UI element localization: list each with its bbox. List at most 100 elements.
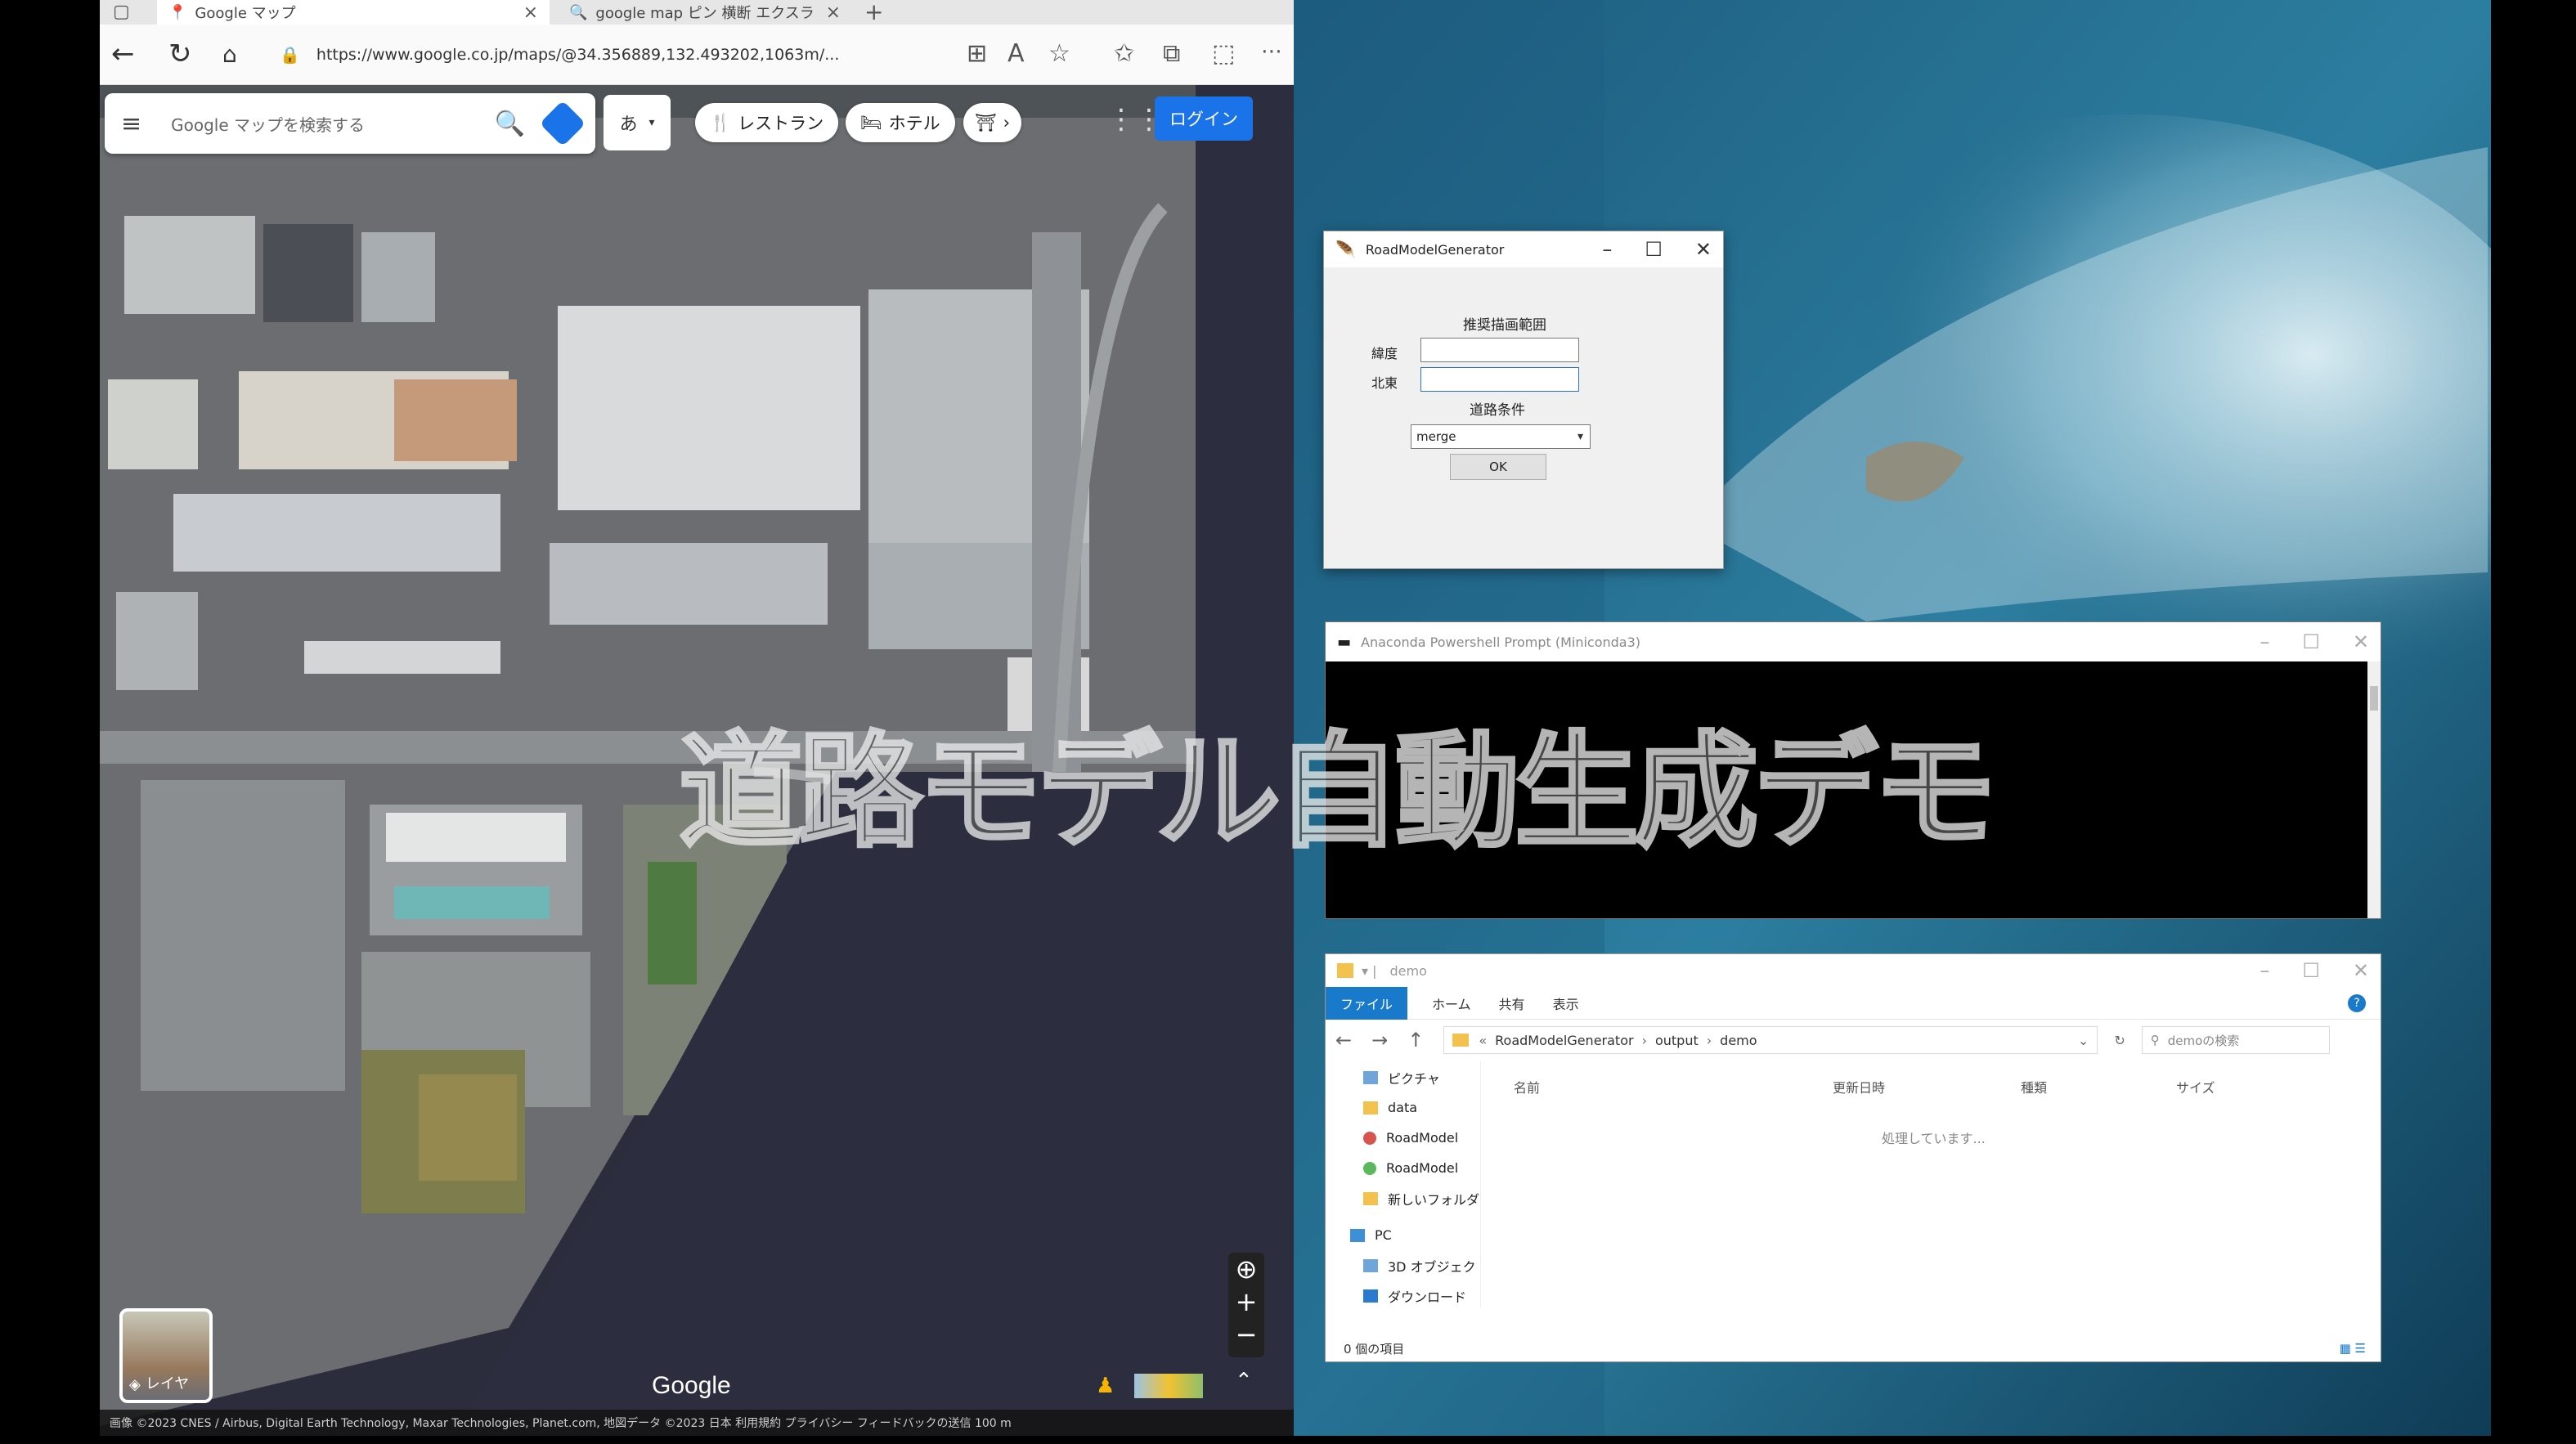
chip-hotel[interactable]: 🛏 ホテル [846, 103, 955, 142]
refresh-icon[interactable]: ↻ [2114, 1033, 2125, 1048]
collections-icon[interactable]: ⧉ [1163, 39, 1180, 68]
maximize-button[interactable]: ☐ [2302, 630, 2320, 653]
directions-icon[interactable] [539, 100, 586, 147]
col-size[interactable]: サイズ [2176, 1077, 2299, 1096]
path-breadcrumb[interactable]: « RoadModelGenerator › output › demo ⌄ [1443, 1026, 2098, 1054]
map-search-box[interactable]: ≡ Google マップを検索する 🔍 [105, 93, 595, 154]
back-icon[interactable]: ← [1335, 1029, 1352, 1052]
new-tab-button[interactable]: + [864, 0, 883, 25]
crumb[interactable]: output [1655, 1033, 1699, 1048]
chevron-down-icon: ▾ [648, 116, 655, 129]
console-title: Anaconda Powershell Prompt (Miniconda3) [1361, 634, 1641, 650]
folder-search-input[interactable]: ⚲ demoの検索 [2141, 1026, 2330, 1054]
help-icon[interactable]: ? [2348, 993, 2366, 1012]
video-caption: 道路モデル自動生成デモ [677, 718, 1999, 866]
nav-item[interactable]: 新しいフォルダー [1326, 1183, 1480, 1213]
crumb[interactable]: RoadModelGenerator [1495, 1033, 1633, 1048]
console-scrollbar[interactable] [2367, 661, 2381, 918]
chevron-right-icon: › [1706, 1032, 1712, 1048]
lat-input[interactable] [1420, 338, 1579, 362]
extensions-icon[interactable]: ⬚ [1212, 39, 1235, 68]
bed-icon: 🛏 [860, 112, 882, 132]
explorer-title: demo [1389, 962, 1427, 979]
favorites-icon[interactable]: ✩ [1114, 39, 1134, 68]
fork-knife-icon: 🍴 [710, 112, 732, 132]
bottom-strip [0, 1436, 2576, 1444]
minimize-button[interactable]: – [1602, 238, 1612, 261]
chip-label: ホテル [888, 114, 940, 133]
col-modified[interactable]: 更新日時 [1833, 1077, 2021, 1096]
tab-actions-icon[interactable]: ▢ [113, 2, 130, 22]
nav-item[interactable]: RoadModel [1326, 1123, 1480, 1153]
range-heading: 推奨描画範囲 [1463, 317, 1546, 334]
read-aloud-icon[interactable]: A [1008, 39, 1025, 68]
dialog-titlebar: 🪶 RoadModelGenerator – ☐ ✕ [1324, 231, 1723, 267]
forward-icon[interactable]: → [1371, 1029, 1388, 1052]
up-icon[interactable]: ↑ [1407, 1029, 1424, 1052]
folder-icon [1452, 1034, 1470, 1047]
home-icon[interactable]: ⌂ [222, 41, 237, 68]
col-name[interactable]: 名前 [1514, 1077, 1833, 1096]
quick-access-icon[interactable]: ▾ | [1362, 963, 1377, 979]
item-count: 0 個の項目 [1344, 1341, 1405, 1357]
dialog-title: RoadModelGenerator [1365, 241, 1505, 258]
nav-item[interactable]: ダウンロード [1326, 1280, 1480, 1311]
tab-share[interactable]: 共有 [1499, 993, 1525, 1013]
login-button[interactable]: ログイン [1155, 96, 1253, 141]
app-icon[interactable]: ⊞ [967, 39, 987, 68]
nav-item-pc[interactable]: PC [1326, 1220, 1480, 1250]
search-icon: 🔍 [569, 3, 588, 21]
refresh-icon[interactable]: ↻ [168, 38, 192, 70]
lon-input[interactable] [1420, 367, 1579, 392]
nav-item[interactable]: ピクチャ [1326, 1062, 1480, 1092]
close-button[interactable]: ✕ [1695, 238, 1712, 261]
pegman-icon[interactable]: ♟ [1096, 1374, 1115, 1398]
menu-icon[interactable]: ≡ [121, 110, 141, 138]
back-icon[interactable]: ← [111, 38, 135, 70]
tab-google-maps[interactable]: 📍 Google マップ × [157, 0, 550, 25]
tab-file[interactable]: ファイル [1326, 986, 1408, 1020]
tab-view[interactable]: 表示 [1553, 993, 1579, 1013]
close-button[interactable]: ✕ [2353, 630, 2369, 653]
zoom-in-button[interactable]: + [1228, 1285, 1264, 1318]
chevron-down-icon[interactable]: ⌄ [2078, 1033, 2089, 1048]
col-type[interactable]: 種類 [2021, 1077, 2176, 1096]
minimize-button[interactable]: – [2260, 959, 2269, 982]
close-button[interactable]: ✕ [2353, 959, 2369, 982]
location-icon[interactable]: ⊕ [1228, 1253, 1264, 1285]
chevron-right-icon: › [1641, 1032, 1647, 1048]
search-icon: ⚲ [2150, 1033, 2160, 1047]
maximize-button[interactable]: ☐ [2302, 959, 2320, 982]
language-toggle[interactable]: あ ▾ [604, 95, 671, 150]
tab-label: Google マップ [195, 5, 296, 22]
nav-item[interactable]: 3D オブジェクト [1326, 1250, 1480, 1280]
condition-heading: 道路条件 [1470, 402, 1525, 419]
view-toggle-icon[interactable]: ▦ ☰ [2340, 1341, 2366, 1356]
close-tab-icon[interactable]: × [523, 2, 538, 23]
chevron-down-icon: ▾ [1577, 430, 1583, 443]
lat-label: 緯度 [1371, 346, 1398, 361]
crumb[interactable]: demo [1720, 1033, 1757, 1048]
favorite-add-icon[interactable]: ☆ [1048, 39, 1070, 68]
column-headers: 名前 更新日時 種類 サイズ [1514, 1077, 2364, 1096]
more-icon[interactable]: ⋯ [1261, 39, 1282, 64]
search-icon[interactable]: 🔍 [495, 110, 525, 138]
chip-restaurant[interactable]: 🍴 レストラン [695, 103, 839, 142]
layer-toggle[interactable]: ◈ レイヤ [119, 1308, 213, 1403]
imagery-thumbnails[interactable] [1134, 1374, 1203, 1398]
tab-search[interactable]: 🔍 google map ピン 横断 エクスラ × [558, 0, 852, 25]
zoom-out-button[interactable]: − [1228, 1318, 1264, 1351]
close-tab-icon[interactable]: × [826, 2, 841, 23]
tab-home[interactable]: ホーム [1432, 993, 1471, 1013]
maps-pin-icon: 📍 [168, 3, 187, 21]
condition-select[interactable]: merge ▾ [1411, 424, 1591, 449]
url-field[interactable]: 🔒 https://www.google.co.jp/maps/@34.3568… [280, 34, 983, 75]
expand-icon[interactable]: ⌃ [1235, 1369, 1253, 1393]
chevron-icon: « [1479, 1032, 1488, 1048]
minimize-button[interactable]: – [2260, 630, 2269, 653]
nav-item[interactable]: RoadModel [1326, 1153, 1480, 1183]
chip-more[interactable]: ⛩ › [963, 103, 1022, 142]
ok-button[interactable]: OK [1450, 454, 1546, 480]
maximize-button[interactable]: ☐ [1645, 238, 1663, 261]
nav-item[interactable]: data [1326, 1092, 1480, 1123]
